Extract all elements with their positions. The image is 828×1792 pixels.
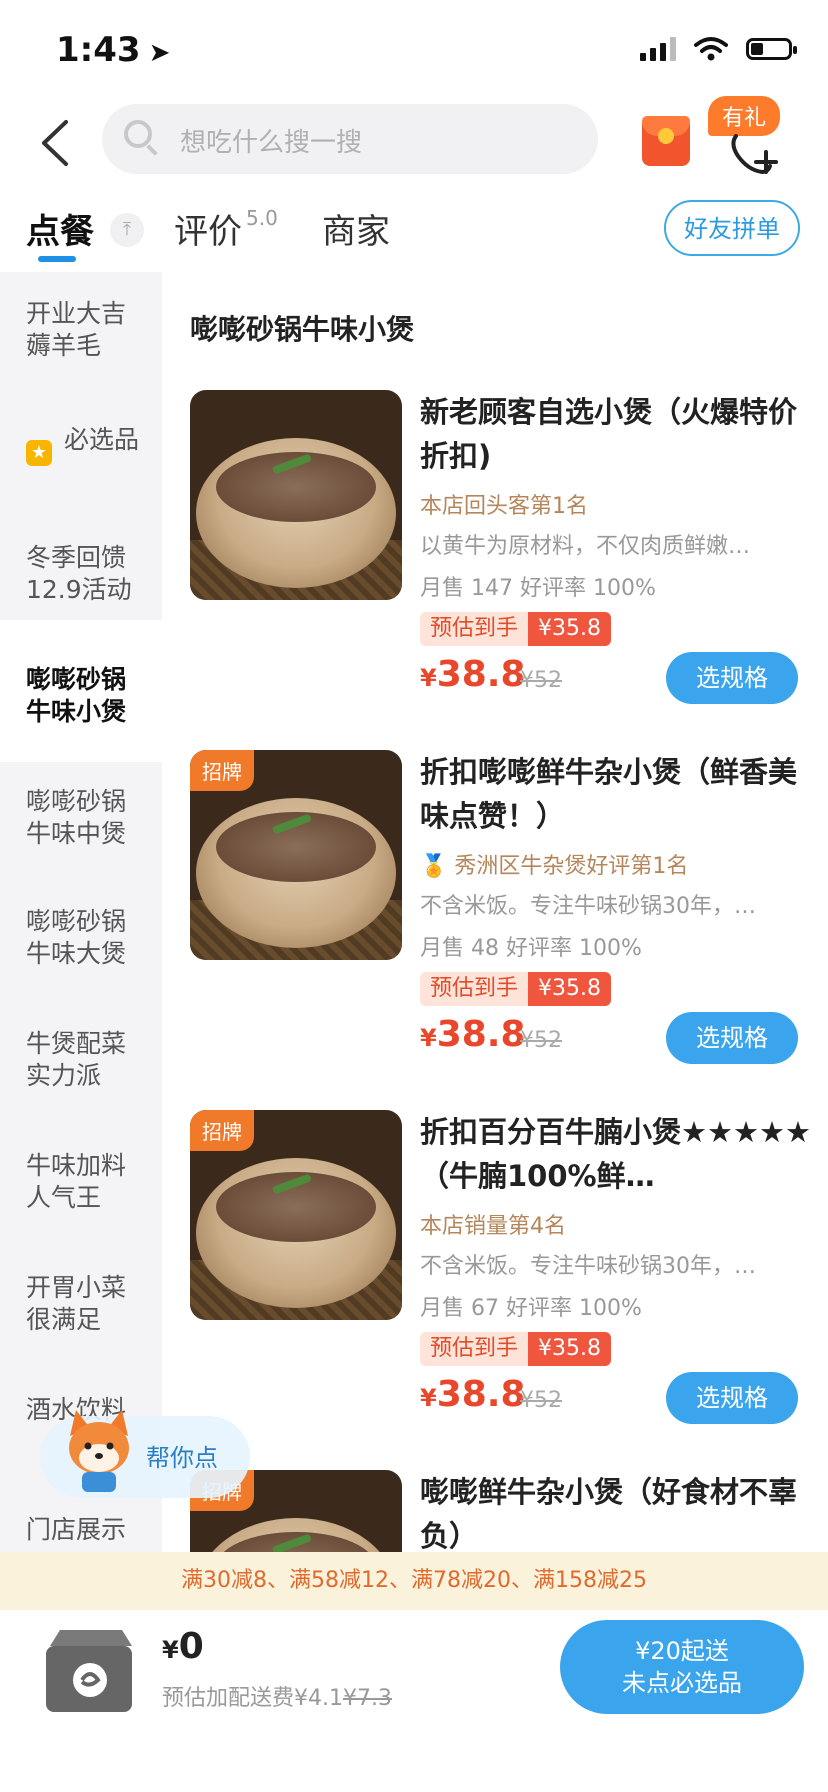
dish-sales: 月售 147 好评率 100% <box>420 576 656 601</box>
original-price: ¥52 <box>520 1388 562 1413</box>
signal-icon <box>640 37 676 61</box>
dish-rank: 本店销量第4名 <box>420 1214 566 1239</box>
dish-name[interactable]: 折扣嘭嘭鲜牛杂小煲（鲜香美味点赞！） <box>420 750 812 838</box>
original-price: ¥52 <box>520 1028 562 1053</box>
required-item-label: 未点必选品 <box>622 1669 742 1697</box>
checkout-button[interactable]: ¥20起送 未点必选品 <box>560 1620 804 1714</box>
dish-desc: 以黄牛为原材料，不仅肉质鲜嫩… <box>420 534 751 559</box>
clock-text: 1:43 <box>56 30 141 70</box>
dish-card[interactable]: 招牌 折扣嘭嘭鲜牛杂小煲（鲜香美味点赞！） 🏅 秀洲区牛杂煲好评第1名 不含米饭… <box>190 750 812 1080</box>
discount-banner: 满30减8、满58减12、满78减20、满158减25 <box>0 1552 828 1610</box>
dish-desc: 不含米饭。专注牛味砂锅30年，… <box>420 1254 756 1279</box>
scroll-top-icon[interactable]: ⤒ <box>110 213 144 247</box>
battery-icon <box>746 38 797 60</box>
search-icon <box>124 120 152 148</box>
delivery-fee: 预估加配送费¥4.1¥7.3 <box>162 1686 392 1711</box>
tab-merchant[interactable]: 商家 <box>322 204 390 253</box>
dish-price: ¥38.8 <box>420 1014 526 1055</box>
sidebar-item-8[interactable]: 牛味加料人气王 <box>26 1150 146 1214</box>
rating-score: 5.0 <box>246 206 278 230</box>
sidebar-item-4[interactable]: 嘭嘭砂锅牛味小煲 <box>26 664 146 728</box>
friend-order-button[interactable]: 好友拼单 <box>664 200 800 256</box>
tab-order[interactable]: 点餐 <box>26 204 94 253</box>
sidebar-item-3[interactable]: 冬季回馈12.9活动 <box>26 542 146 606</box>
dish-name[interactable]: 折扣百分百牛腩小煲★★★★★（牛腩100%鲜… <box>420 1110 812 1198</box>
contact-add-icon[interactable] <box>728 130 782 176</box>
signature-badge: 招牌 <box>190 1110 254 1151</box>
status-bar: 1:43 ➤ <box>0 0 828 100</box>
sidebar-item-11[interactable]: 门店展示 <box>26 1514 146 1546</box>
min-order-label: ¥20起送 <box>635 1637 729 1665</box>
cart-total: ¥0 <box>162 1626 204 1667</box>
dish-image[interactable]: 招牌 <box>190 1110 402 1320</box>
dish-name[interactable]: 新老顾客自选小煲（火爆特价折扣) <box>420 390 812 478</box>
estimated-price-tag: 预估到手 ¥35.8 <box>420 972 611 1006</box>
cart-bar: ¥0 预估加配送费¥4.1¥7.3 ¥20起送 未点必选品 <box>0 1610 828 1792</box>
sidebar-item-6[interactable]: 嘭嘭砂锅牛味大煲 <box>26 906 146 970</box>
status-icons <box>640 36 797 62</box>
dish-rank: 🏅 秀洲区牛杂煲好评第1名 <box>420 854 689 879</box>
red-packet-icon[interactable] <box>642 116 690 166</box>
sidebar-item-2[interactable]: 必选品 <box>64 424 144 456</box>
star-icon: ★ <box>26 440 52 466</box>
clock: 1:43 ➤ <box>56 30 170 70</box>
dish-image[interactable] <box>190 390 402 600</box>
sidebar-item-9[interactable]: 开胃小菜很满足 <box>26 1272 146 1336</box>
dish-name[interactable]: 嘭嘭鲜牛杂小煲（好食材不辜负） <box>420 1470 812 1552</box>
signature-badge: 招牌 <box>190 750 254 791</box>
dish-card[interactable]: 新老顾客自选小煲（火爆特价折扣) 本店回头客第1名 以黄牛为原材料，不仅肉质鲜嫩… <box>190 390 812 720</box>
shopping-bag-icon[interactable] <box>40 1624 138 1716</box>
estimated-price-tag: 预估到手 ¥35.8 <box>420 612 611 646</box>
dish-sales: 月售 48 好评率 100% <box>420 936 642 961</box>
select-spec-button[interactable]: 选规格 <box>666 1372 798 1424</box>
dish-price: ¥38.8 <box>420 1374 526 1415</box>
section-title: 嘭嘭砂锅牛味小煲 <box>190 313 415 346</box>
location-arrow-icon: ➤ <box>148 38 171 68</box>
back-arrow-icon[interactable] <box>36 118 76 168</box>
dish-price: ¥38.8 <box>420 654 526 695</box>
dish-sales: 月售 67 好评率 100% <box>420 1296 642 1321</box>
helper-label: 帮你点 <box>146 1444 218 1472</box>
wifi-icon <box>694 37 728 61</box>
shiba-mascot-icon <box>69 1410 129 1492</box>
dish-desc: 不含米饭。专注牛味砂锅30年，… <box>420 894 756 919</box>
dish-card[interactable]: 招牌 折扣百分百牛腩小煲★★★★★（牛腩100%鲜… 本店销量第4名 不含米饭。… <box>190 1110 812 1440</box>
dish-image[interactable]: 招牌 <box>190 750 402 960</box>
sidebar-item-7[interactable]: 牛煲配菜实力派 <box>26 1028 146 1092</box>
original-price: ¥52 <box>520 668 562 693</box>
sidebar-item-5[interactable]: 嘭嘭砂锅牛味中煲 <box>26 786 146 850</box>
medal-icon: 🏅 <box>420 854 448 879</box>
dish-card[interactable]: 招牌 嘭嘭鲜牛杂小煲（好食材不辜负） <box>190 1470 812 1552</box>
select-spec-button[interactable]: 选规格 <box>666 1012 798 1064</box>
tab-indicator <box>38 256 76 262</box>
search-placeholder: 想吃什么搜一搜 <box>180 128 363 158</box>
sidebar-item-1[interactable]: 开业大吉薅羊毛 <box>26 298 146 362</box>
estimated-price-tag: 预估到手 ¥35.8 <box>420 1332 611 1366</box>
select-spec-button[interactable]: 选规格 <box>666 652 798 704</box>
dish-rank: 本店回头客第1名 <box>420 494 588 519</box>
search-bar[interactable]: 想吃什么搜一搜 <box>102 104 598 174</box>
tab-review[interactable]: 评价 <box>174 204 242 253</box>
order-helper-button[interactable]: 帮你点 <box>40 1410 250 1498</box>
